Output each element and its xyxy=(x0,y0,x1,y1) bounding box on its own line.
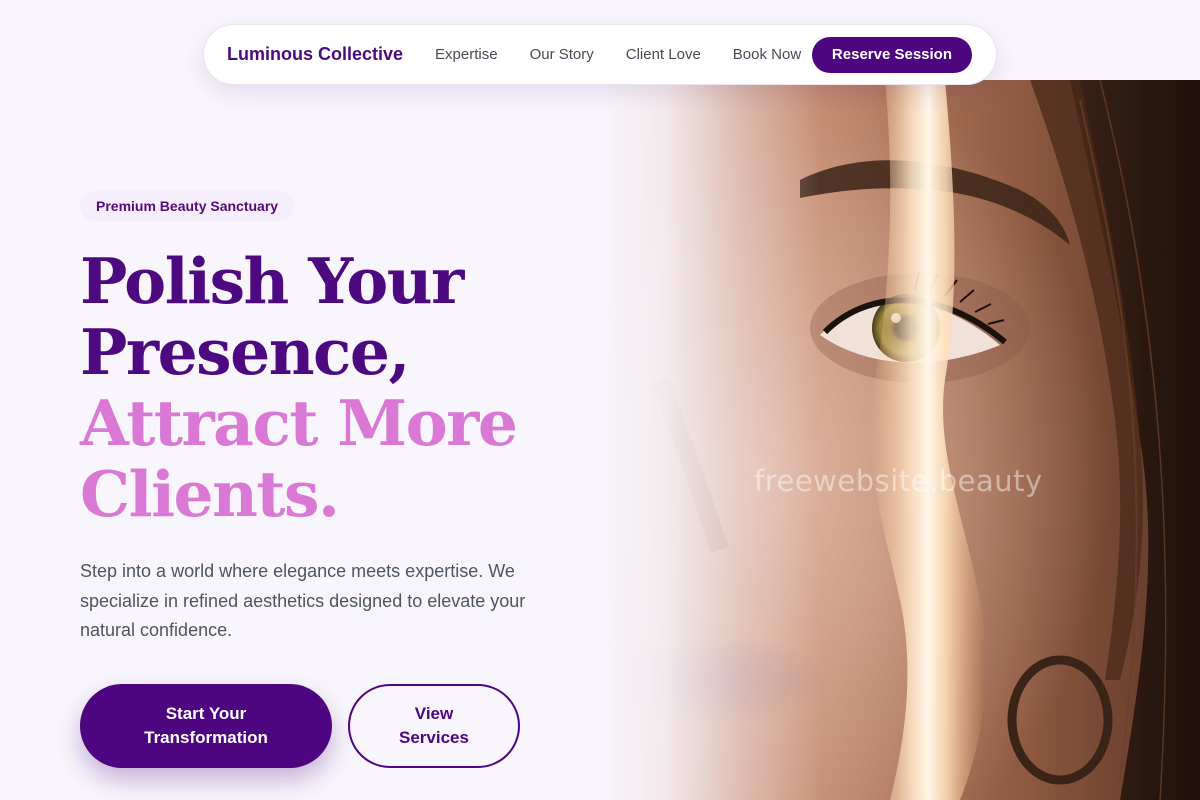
view-services-button[interactable]: View Services xyxy=(348,684,520,768)
headline-line-2: Presence, xyxy=(80,315,410,389)
photo-fade-overlay xyxy=(600,80,820,800)
watermark-text: freewebsite.beauty xyxy=(754,464,1043,498)
top-navbar: Luminous Collective Expertise Our Story … xyxy=(203,24,997,85)
nav-link-book-now[interactable]: Book Now xyxy=(733,46,801,63)
reserve-session-button[interactable]: Reserve Session xyxy=(811,36,972,73)
brand-logo[interactable]: Luminous Collective xyxy=(227,44,403,65)
start-transformation-button[interactable]: Start Your Transformation xyxy=(80,684,332,768)
hero-headline: Polish Your Presence, Attract More Clien… xyxy=(80,246,600,530)
hero-photo: freewebsite.beauty xyxy=(600,80,1200,800)
nav-links: Expertise Our Story Client Love Book Now xyxy=(435,46,801,63)
landing-page: freewebsite.beauty Luminous Collective E… xyxy=(0,0,1200,800)
headline-line-1: Polish Your xyxy=(80,244,464,318)
nav-link-expertise[interactable]: Expertise xyxy=(435,46,498,63)
nav-link-our-story[interactable]: Our Story xyxy=(530,46,594,63)
hero-description: Step into a world where elegance meets e… xyxy=(80,561,526,640)
hero-badge: Premium Beauty Sanctuary xyxy=(80,191,295,221)
nav-link-client-love[interactable]: Client Love xyxy=(626,46,701,63)
headline-line-3: Attract More xyxy=(80,386,518,460)
headline-line-4: Clients. xyxy=(80,457,340,531)
